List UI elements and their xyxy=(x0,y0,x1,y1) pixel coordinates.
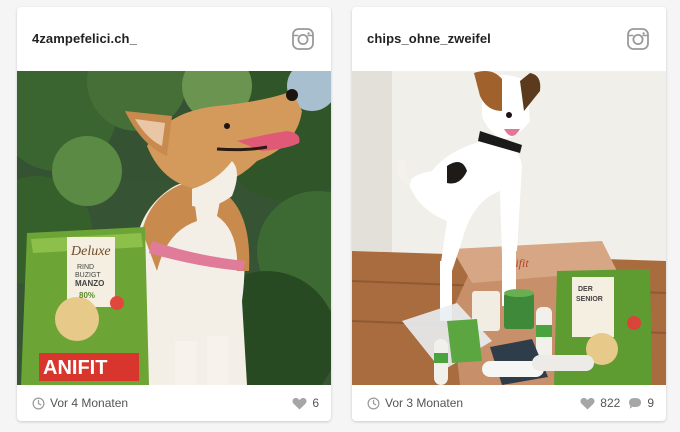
bag-flavor-1: RIND xyxy=(77,264,94,271)
post-username[interactable]: chips_ohne_zweifel xyxy=(367,31,491,46)
bag-line-2: SENIOR xyxy=(576,296,603,303)
likes-stat[interactable]: 6 xyxy=(292,396,319,410)
comment-icon xyxy=(629,397,642,409)
post-time-label: Vor 4 Monaten xyxy=(50,396,129,410)
post-photo[interactable]: Deluxe RIND BUZIGT MANZO 80% ANIFIT xyxy=(17,71,331,385)
likes-count: 822 xyxy=(600,396,621,410)
comments-count: 9 xyxy=(647,396,654,410)
heart-icon xyxy=(580,397,595,410)
comments-stat[interactable]: 9 xyxy=(628,396,654,410)
bag-brand: ANIFIT xyxy=(43,357,107,379)
bag-line-1: DER xyxy=(578,286,593,293)
corgi-photo: Deluxe RIND BUZIGT MANZO 80% ANIFIT xyxy=(17,71,331,385)
post-time: Vor 4 Monaten xyxy=(32,396,128,410)
heart-icon xyxy=(292,397,307,410)
post-time-label: Vor 3 Monaten xyxy=(385,396,464,410)
instagram-icon[interactable] xyxy=(291,27,315,51)
bag-product-text: Deluxe xyxy=(70,244,111,259)
post-header: 4zampefelici.ch_ xyxy=(17,7,331,71)
post-card[interactable]: chips_ohne_zweifel Anifit xyxy=(352,7,666,421)
instagram-icon[interactable] xyxy=(626,27,650,51)
clock-icon xyxy=(367,397,380,409)
post-stats: 6 xyxy=(284,396,319,410)
post-stats: 822 9 xyxy=(572,396,654,410)
bag-flavor-2: BUZIGT xyxy=(75,272,101,279)
post-card[interactable]: 4zampefelici.ch_ Deluxe RIND BUZIGT MANZ… xyxy=(17,7,331,421)
post-header: chips_ohne_zweifel xyxy=(352,7,666,71)
post-footer: Vor 3 Monaten 822 9 xyxy=(352,385,666,421)
instagram-feed: 4zampefelici.ch_ Deluxe RIND BUZIGT MANZ… xyxy=(0,0,680,432)
clock-icon xyxy=(32,397,45,409)
post-time: Vor 3 Monaten xyxy=(367,396,463,410)
post-username[interactable]: 4zampefelici.ch_ xyxy=(32,31,137,46)
jack-russell-photo: Anifit DER xyxy=(352,71,666,385)
bag-percent: 80% xyxy=(79,291,95,300)
post-photo[interactable]: Anifit DER xyxy=(352,71,666,385)
post-footer: Vor 4 Monaten 6 xyxy=(17,385,331,421)
likes-stat[interactable]: 822 xyxy=(580,396,620,410)
bag-flavor-3: MANZO xyxy=(75,279,104,288)
likes-count: 6 xyxy=(312,396,319,410)
